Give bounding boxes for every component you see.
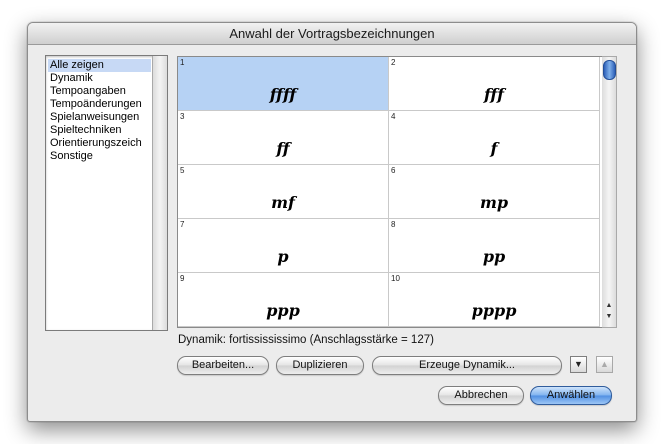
cell-number: 1 bbox=[180, 58, 185, 67]
cell-number: 2 bbox=[391, 58, 396, 67]
category-item[interactable]: Orientierungszeich bbox=[48, 137, 151, 150]
scroll-up-arrow-icon[interactable]: ▲ bbox=[602, 301, 616, 311]
dynamic-cell[interactable]: 6 mp bbox=[389, 165, 600, 219]
dynamic-symbol: mf bbox=[271, 193, 295, 212]
dynamic-cell[interactable]: 7p bbox=[178, 219, 389, 273]
dynamic-cell[interactable]: 8 pp bbox=[389, 219, 600, 273]
selection-description: Dynamik: fortissississimo (Anschlagsstär… bbox=[178, 334, 434, 346]
dynamic-symbol: ff bbox=[276, 139, 290, 158]
edit-button[interactable]: Bearbeiten... bbox=[177, 356, 269, 375]
dynamic-cell[interactable]: 9 ppp bbox=[178, 273, 389, 327]
category-list-scrollbar[interactable] bbox=[152, 56, 167, 330]
category-item[interactable]: Tempoänderungen bbox=[48, 98, 151, 111]
category-item[interactable]: Spieltechniken bbox=[48, 124, 151, 137]
duplicate-button[interactable]: Duplizieren bbox=[276, 356, 364, 375]
scroll-down-arrow-icon[interactable]: ▼ bbox=[602, 312, 616, 322]
dynamic-cell[interactable]: 5 mf bbox=[178, 165, 389, 219]
dynamic-symbol: mp bbox=[479, 193, 509, 212]
dynamic-symbol: fff bbox=[483, 85, 505, 104]
category-item[interactable]: Sonstige bbox=[48, 150, 151, 163]
category-list[interactable]: Alle zeigen Dynamik Tempoangaben Tempoänder… bbox=[45, 55, 168, 331]
cell-number: 6 bbox=[391, 166, 396, 175]
select-button[interactable]: Anwählen bbox=[530, 386, 612, 405]
cell-number: 4 bbox=[391, 112, 396, 121]
dynamic-symbol: ppp bbox=[266, 301, 300, 320]
category-item[interactable]: Dynamik bbox=[48, 72, 151, 85]
dynamic-symbol: ffff bbox=[269, 85, 297, 104]
grid-scrollbar[interactable]: ▲ ▼ bbox=[602, 56, 617, 328]
dynamic-cell[interactable]: 4f bbox=[389, 111, 600, 165]
dynamic-symbol: pp bbox=[482, 247, 506, 266]
cell-number: 3 bbox=[180, 112, 185, 121]
category-list-items: Alle zeigen Dynamik Tempoangaben Tempoänder… bbox=[48, 59, 151, 328]
dynamic-cell[interactable]: 1 ffff bbox=[178, 57, 389, 111]
cell-number: 8 bbox=[391, 220, 396, 229]
category-item[interactable]: Spielanweisungen bbox=[48, 111, 151, 124]
category-item[interactable]: Alle zeigen bbox=[48, 59, 151, 72]
dynamic-symbol: pppp bbox=[471, 301, 517, 320]
dialog-window: Anwahl der Vortragsbezeichnungen Alle ze… bbox=[27, 22, 637, 422]
dynamic-symbol: p bbox=[277, 247, 289, 266]
category-item[interactable]: Tempoangaben bbox=[48, 85, 151, 98]
cell-number: 5 bbox=[180, 166, 185, 175]
create-dynamic-button[interactable]: Erzeuge Dynamik... bbox=[372, 356, 562, 375]
dynamic-cell[interactable]: 10 pppp bbox=[389, 273, 600, 327]
cell-number: 10 bbox=[391, 274, 400, 283]
dynamic-cell[interactable]: 3 ff bbox=[178, 111, 389, 165]
dynamics-grid[interactable]: 1 ffff 2 fff 3 ff 4 f 5 mf 6 mp 7 p 8 pp 9 ppp 10 pppp bbox=[177, 56, 604, 328]
cancel-button[interactable]: Abbrechen bbox=[438, 386, 524, 405]
chevron-up-icon: ▲ bbox=[596, 356, 613, 373]
window-title: Anwahl der Vortragsbezeichnungen bbox=[28, 23, 636, 45]
cell-number: 7 bbox=[180, 220, 185, 229]
dynamic-symbol: f bbox=[490, 139, 498, 158]
chevron-down-icon[interactable]: ▼ bbox=[570, 356, 587, 373]
cell-number: 9 bbox=[180, 274, 185, 283]
scroll-thumb[interactable] bbox=[603, 60, 616, 80]
dynamic-cell[interactable]: 2 fff bbox=[389, 57, 600, 111]
